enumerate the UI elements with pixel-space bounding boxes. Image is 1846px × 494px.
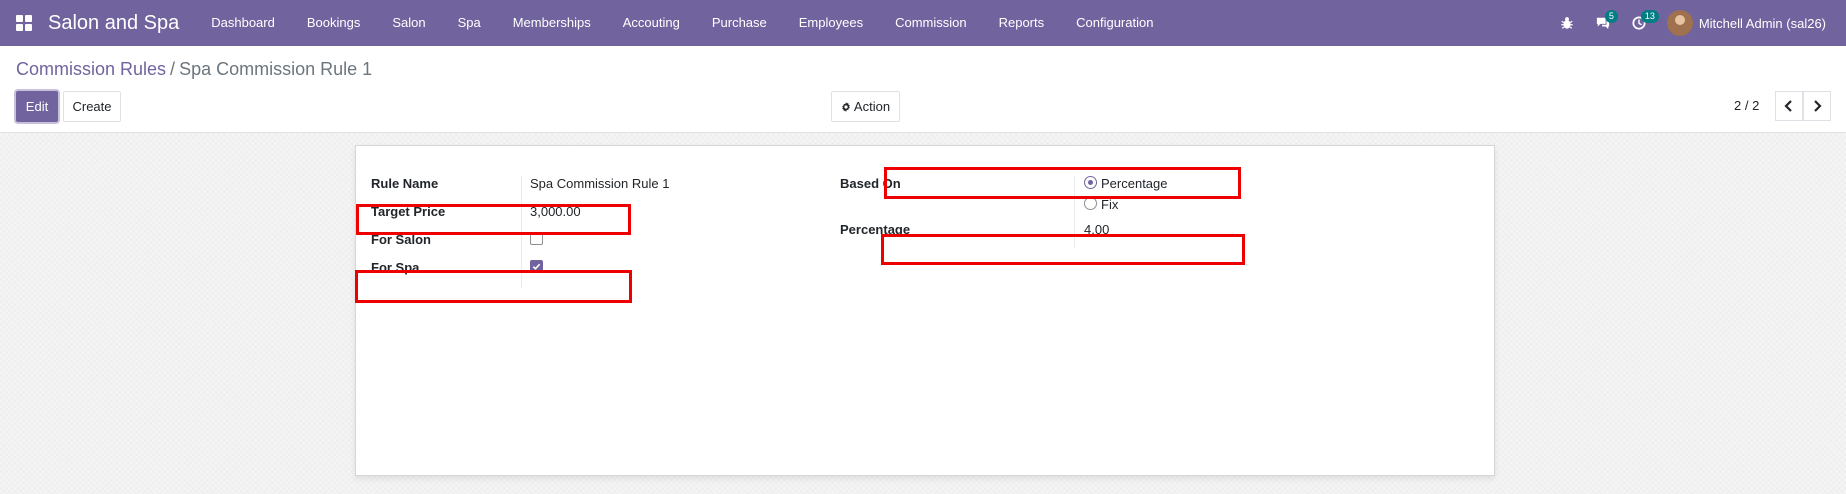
action-button-label: Action [853, 99, 891, 114]
activities-clock-icon[interactable]: 13 [1621, 0, 1659, 46]
navbar-systray: 5 13 Mitchell Admin (sal26) [1549, 0, 1846, 46]
menu-item-spa[interactable]: Spa [442, 0, 497, 46]
create-button[interactable]: Create [63, 91, 121, 122]
breadcrumb-commission-rules[interactable]: Commission Rules [16, 59, 166, 80]
pager-next-button[interactable] [1803, 91, 1831, 121]
pager-previous-button[interactable] [1775, 91, 1803, 121]
highlight-box-based-on [884, 167, 1241, 199]
debug-bug-icon[interactable] [1549, 0, 1585, 46]
menu-item-salon[interactable]: Salon [376, 0, 441, 46]
menu-item-purchase[interactable]: Purchase [696, 0, 783, 46]
menu-item-employees[interactable]: Employees [783, 0, 879, 46]
breadcrumb-separator: / [170, 59, 176, 79]
gear-icon [842, 101, 850, 112]
menu-item-bookings[interactable]: Bookings [291, 0, 376, 46]
pager-value[interactable]: 2 / 2 [1734, 98, 1759, 113]
activities-count-badge: 13 [1640, 10, 1659, 23]
highlight-box-for-spa [355, 270, 632, 303]
highlight-box-target-price [356, 204, 631, 235]
highlight-box-percentage [881, 234, 1245, 265]
menu-item-reports[interactable]: Reports [983, 0, 1061, 46]
chevron-right-icon [1814, 100, 1822, 112]
action-button[interactable]: Action [831, 91, 900, 122]
top-navbar: Salon and Spa Dashboard Bookings Salon S… [0, 0, 1846, 46]
app-brand[interactable]: Salon and Spa [48, 12, 179, 35]
user-avatar[interactable] [1666, 10, 1693, 36]
menu-item-dashboard[interactable]: Dashboard [195, 0, 291, 46]
menu-item-commission[interactable]: Commission [879, 0, 983, 46]
edit-button[interactable]: Edit [16, 91, 58, 122]
user-name[interactable]: Mitchell Admin (sal26) [1699, 16, 1826, 31]
rule-name-value[interactable]: Spa Commission Rule 1 [530, 176, 669, 191]
main-menu: Dashboard Bookings Salon Spa Memberships… [195, 0, 1169, 46]
menu-item-configuration[interactable]: Configuration [1060, 0, 1169, 46]
breadcrumb-current: Spa Commission Rule 1 [179, 59, 373, 79]
rule-name-label: Rule Name [371, 176, 439, 191]
messages-count-badge: 5 [1604, 10, 1618, 23]
messages-icon[interactable]: 5 [1585, 0, 1621, 46]
menu-item-accouting[interactable]: Accouting [607, 0, 696, 46]
chevron-left-icon [1784, 100, 1792, 112]
breadcrumb: Commission Rules / Spa Commission Rule 1 [16, 59, 372, 80]
based-on-fix-label[interactable]: Fix [1101, 197, 1118, 212]
apps-menu-icon[interactable] [16, 15, 32, 31]
menu-item-memberships[interactable]: Memberships [497, 0, 607, 46]
